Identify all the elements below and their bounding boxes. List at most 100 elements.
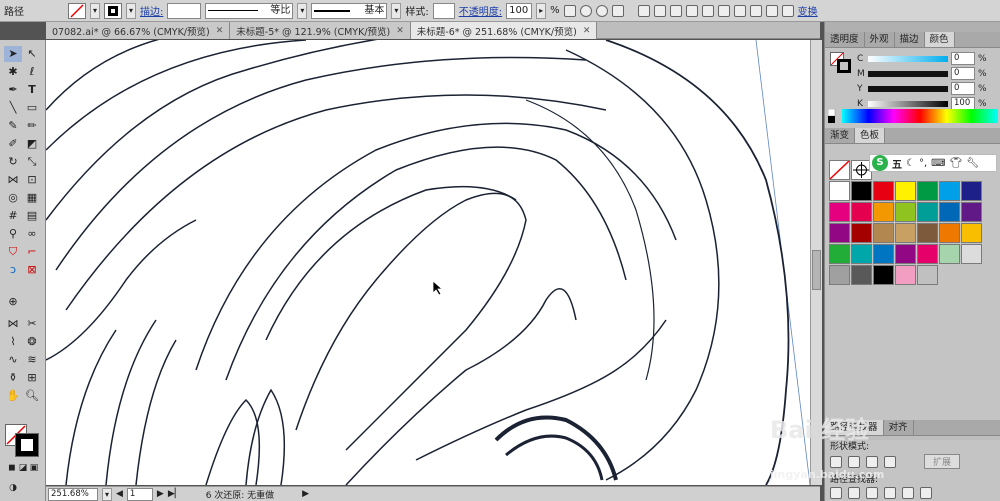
swatch[interactable] [961,223,982,243]
tab-swatches[interactable]: 色板 [855,128,886,143]
swatch[interactable] [829,202,850,222]
live-paint-select-icon[interactable]: ⌐ [23,244,41,260]
doc-setup-icon[interactable] [579,4,592,17]
swatch[interactable] [829,244,850,264]
swatch[interactable] [829,223,850,243]
tab-align[interactable]: 对齐 [884,420,914,435]
last-artboard-icon[interactable]: ▶▏ [168,489,182,499]
lasso-tool-icon[interactable]: ℓ [23,64,41,80]
tab-stroke[interactable]: 描边 [895,32,925,47]
eyedropper-tool-icon[interactable]: ⚲ [4,226,22,242]
pucker-tool-icon[interactable]: ∿ [4,352,22,368]
transform-link[interactable]: 变换 [798,3,818,18]
scale-tool-icon[interactable]: ⤡ [23,154,41,170]
slice-tool-icon[interactable]: ⋈ [4,316,22,332]
cyan-slider[interactable] [868,55,948,62]
magenta-input[interactable]: 0 [951,67,975,80]
twirl-tool-icon[interactable]: ❂ [23,334,41,350]
mesh-tool-icon[interactable]: # [4,208,22,224]
rectangle-tool-icon[interactable]: ▭ [23,100,41,116]
color-spectrum[interactable] [828,109,998,123]
skin-icon[interactable]: 👕︎ [950,158,963,169]
eyedropper2-tool-icon[interactable]: ⚱ [4,370,22,386]
warp-tool-icon[interactable]: ⌇ [4,334,22,350]
align-left-icon[interactable] [637,4,650,17]
swatch[interactable] [873,265,894,285]
pencil-tool-icon[interactable]: ✏ [23,118,41,134]
variable-width-arrow[interactable]: ▾ [297,2,308,19]
zoom-arrow[interactable]: ▾ [102,487,112,501]
eraser-tool-icon[interactable]: ◩ [23,136,41,152]
next-artboard-icon[interactable]: ▶ [157,489,164,499]
moon-icon[interactable]: ☾ [906,158,915,169]
symbol-sprayer-tool-icon[interactable]: ↄ [4,262,22,278]
align-hcenter-icon[interactable] [653,4,666,17]
artboard-field[interactable]: 1 [126,487,153,501]
type-tool-icon[interactable]: T [23,82,41,98]
swatch[interactable] [939,202,960,222]
artboard-tool-icon[interactable]: ⊕ [4,294,22,310]
direct-selection-tool-icon[interactable]: ↖ [23,46,41,62]
wrench-icon[interactable]: 🔧︎ [966,158,979,169]
crop-icon[interactable] [884,487,896,499]
swatch[interactable] [961,244,982,264]
swatch[interactable] [873,181,894,201]
swatch[interactable] [873,202,894,222]
swatch[interactable] [851,181,872,201]
recolor-icon[interactable] [563,4,576,17]
swatch[interactable] [851,265,872,285]
align-bottom-icon[interactable] [717,4,730,17]
swatch[interactable] [829,181,850,201]
swatch[interactable] [829,265,850,285]
artboard-canvas[interactable] [46,40,810,485]
scroll-thumb[interactable] [812,250,821,290]
swatch[interactable] [895,223,916,243]
minus-front-icon[interactable] [848,455,860,468]
swatch[interactable] [961,202,982,222]
tab-color[interactable]: 颜色 [924,32,955,47]
style-dropdown[interactable] [432,2,455,19]
cyan-input[interactable]: 0 [951,52,975,65]
measure-tool-icon[interactable]: ⊞ [23,370,41,386]
swatch[interactable] [895,244,916,264]
paintbrush-tool-icon[interactable]: ✎ [4,118,22,134]
tab-gradient[interactable]: 渐变 [825,128,856,143]
swatch[interactable] [851,202,872,222]
distribute-icon[interactable] [733,4,746,17]
swatch[interactable] [939,244,960,264]
opacity-input[interactable]: 100 [506,2,533,19]
blob-brush-tool-icon[interactable]: ✐ [4,136,22,152]
tab-transparency[interactable]: 透明度 [825,32,865,47]
swatch[interactable] [917,181,938,201]
sogou-logo-icon[interactable]: S [872,155,888,171]
outline-icon[interactable] [902,487,914,499]
distribute-v-icon[interactable] [765,4,778,17]
brush-profile-dropdown[interactable]: 基本 [311,2,388,19]
gradient-tool-icon[interactable]: ▤ [23,208,41,224]
live-paint-tool-icon[interactable]: ⛉ [4,244,22,260]
stroke-box[interactable] [15,433,39,457]
stroke-swatch[interactable] [104,2,122,19]
fill-swatch[interactable] [68,2,86,19]
magenta-slider[interactable] [868,70,948,77]
yellow-slider[interactable] [868,85,948,92]
swatch[interactable] [895,265,916,285]
keyboard-icon[interactable]: ⌨ [931,158,945,169]
screen-mode-icon[interactable]: ◑ [4,480,22,496]
swatch[interactable] [851,244,872,264]
selection-tool-icon[interactable]: ➤ [4,46,22,62]
blend-tool-icon[interactable]: ∞ [23,226,41,242]
intersect-icon[interactable] [866,455,878,468]
scissors-tool-icon[interactable]: ✂ [23,316,41,332]
doc-tab-0[interactable]: 07082.ai* @ 66.67% (CMYK/预览) ✕ [46,22,231,39]
zoom-field[interactable]: 251.68% [48,487,98,501]
ime-mode[interactable]: 五 [892,156,902,171]
line-tool-icon[interactable]: ╲ [4,100,22,116]
align-top-icon[interactable] [685,4,698,17]
crystallize-tool-icon[interactable]: ≋ [23,352,41,368]
punct-icon[interactable]: °, [919,158,927,169]
align-right-icon[interactable] [669,4,682,17]
close-icon[interactable]: ✕ [396,26,404,36]
fill-dropdown[interactable]: ▾ [90,2,100,19]
opacity-arrow[interactable]: ▸ [536,2,547,19]
